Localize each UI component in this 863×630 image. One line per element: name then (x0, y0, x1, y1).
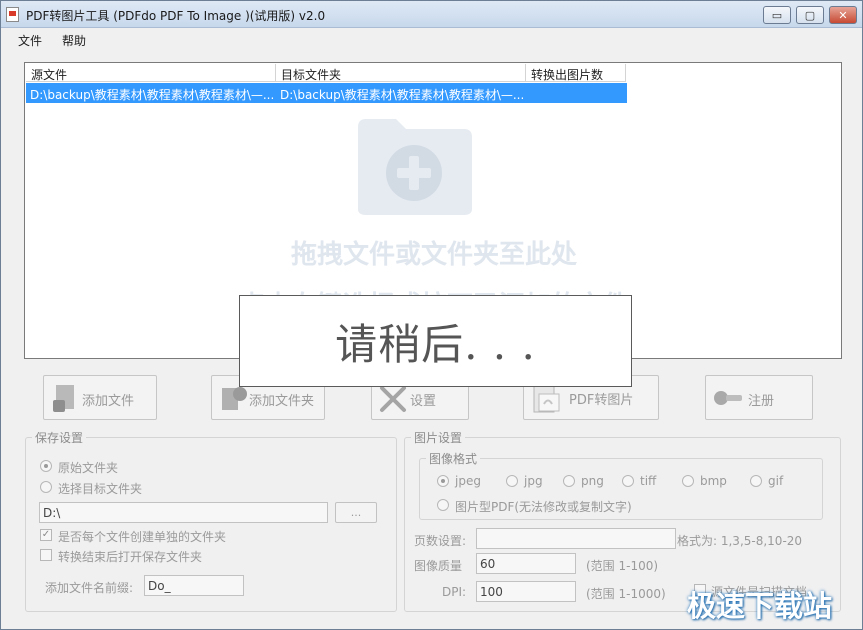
create-subfolder-label: 是否每个文件创建单独的文件夹 (58, 530, 227, 544)
please-wait-dialog: 请稍后. . . (239, 295, 632, 387)
open-folder-label: 转换结束后打开保存文件夹 (58, 550, 203, 564)
browse-button[interactable]: ... (335, 502, 377, 523)
maximize-icon: ▢ (804, 8, 816, 22)
format-jpg-label: jpg (524, 474, 543, 488)
minimize-icon: ▭ (771, 8, 783, 22)
radio-original-folder[interactable] (40, 460, 52, 472)
quality-label: 图像质量 (414, 559, 463, 573)
menu-bar: 文件 帮助 (1, 28, 862, 50)
pages-label: 页数设置: (414, 534, 467, 548)
output-path-field[interactable]: D:\ (39, 502, 328, 523)
close-icon: ✕ (838, 8, 848, 22)
radio-original-folder-label: 原始文件夹 (58, 461, 119, 475)
format-image-pdf-radio[interactable] (437, 499, 449, 511)
image-format-title: 图像格式 (426, 450, 481, 467)
format-tiff-radio[interactable] (622, 475, 634, 487)
format-bmp-label: bmp (700, 474, 727, 488)
dpi-label: DPI: (442, 585, 467, 599)
add-file-button[interactable]: 添加文件 (43, 375, 157, 420)
drop-hint-primary: 拖拽文件或文件夹至此处 (290, 240, 577, 270)
file-row[interactable]: D:\backup\教程素材\教程素材\教程素材\—... D:\backup\… (26, 83, 627, 103)
file-row-source: D:\backup\教程素材\教程素材\教程素材\—... (30, 88, 273, 102)
convert-label: PDF转图片 (569, 393, 634, 408)
site-watermark: 极速下载站 (687, 589, 833, 623)
format-jpeg-label: jpeg (455, 474, 481, 488)
pages-input[interactable] (476, 528, 676, 549)
dpi-range: (范围 1-1000) (586, 587, 666, 601)
format-gif-radio[interactable] (750, 475, 762, 487)
prefix-label: 添加文件名前缀: (45, 581, 134, 595)
title-bar: PDF转图片工具 (PDFdo PDF To Image )(试用版) v2.0… (1, 1, 862, 28)
quality-input[interactable]: 60 (476, 553, 576, 574)
prefix-input[interactable]: Do_ (144, 575, 244, 596)
radio-target-folder[interactable] (40, 481, 52, 493)
format-gif-label: gif (768, 474, 784, 488)
file-row-target: D:\backup\教程素材\教程素材\教程素材\—... (280, 88, 523, 102)
open-folder-checkbox[interactable] (40, 549, 52, 561)
register-button[interactable]: 注册 (705, 375, 813, 420)
column-header-count[interactable]: 转换出图片数 (526, 64, 626, 82)
save-settings-group: 保存设置 原始文件夹 选择目标文件夹 D:\ ... ✓ 是否每个文件创建单独的… (25, 429, 397, 612)
format-jpeg-radio[interactable] (437, 475, 449, 487)
add-folder-label: 添加文件夹 (249, 394, 315, 409)
add-file-label: 添加文件 (82, 394, 135, 409)
pages-format-hint: 格式为: 1,3,5-8,10-20 (677, 534, 803, 548)
add-folder-drop-icon (358, 119, 472, 215)
save-settings-title: 保存设置 (32, 429, 87, 446)
quality-range: (范围 1-100) (586, 559, 659, 573)
image-settings-title: 图片设置 (411, 429, 466, 446)
please-wait-text: 请稍后. . . (335, 319, 536, 369)
window-title: PDF转图片工具 (PDFdo PDF To Image )(试用版) v2.0 (26, 9, 326, 23)
settings-label: 设置 (410, 394, 437, 409)
menu-help[interactable]: 帮助 (60, 31, 88, 50)
format-png-radio[interactable] (563, 475, 575, 487)
key-icon (714, 391, 742, 405)
minimize-button[interactable]: ▭ (763, 6, 791, 24)
maximize-button[interactable]: ▢ (796, 6, 824, 24)
format-tiff-label: tiff (640, 474, 657, 488)
image-format-group: 图像格式 jpeg jpg png tiff bmp gif 图片型PDF(无法… (419, 450, 823, 520)
create-subfolder-checkbox[interactable]: ✓ (40, 529, 52, 541)
add-file-icon (53, 385, 74, 412)
column-header-target[interactable]: 目标文件夹 (276, 64, 526, 82)
format-image-pdf-label: 图片型PDF(无法修改或复制文字) (455, 500, 632, 514)
format-jpg-radio[interactable] (506, 475, 518, 487)
dpi-input[interactable]: 100 (476, 581, 576, 602)
close-button[interactable]: ✕ (829, 6, 857, 24)
column-header-source[interactable]: 源文件 (26, 64, 276, 82)
format-png-label: png (581, 474, 604, 488)
radio-target-folder-label: 选择目标文件夹 (58, 482, 143, 496)
menu-file[interactable]: 文件 (16, 31, 44, 50)
pdf-app-icon (6, 7, 19, 22)
register-label: 注册 (748, 394, 775, 409)
app-window: PDF转图片工具 (PDFdo PDF To Image )(试用版) v2.0… (0, 0, 863, 630)
format-bmp-radio[interactable] (682, 475, 694, 487)
